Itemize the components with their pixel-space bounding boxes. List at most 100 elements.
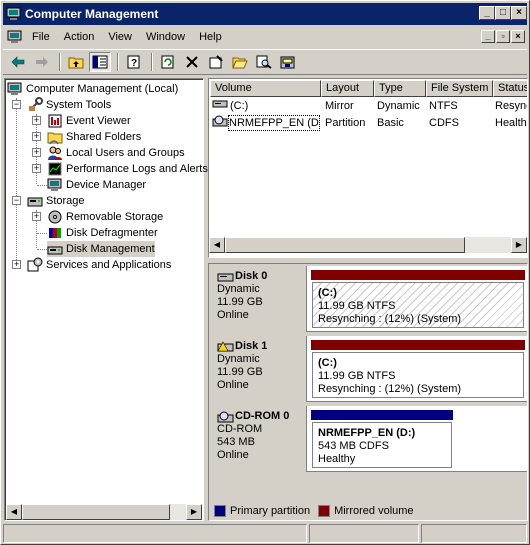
cdrom-icon [217,411,234,422]
partition-c[interactable]: (C:) 11.99 GB NTFS Resynching : (12%) (S… [312,352,524,398]
collapse-storage[interactable]: − [12,196,21,205]
collapse-system-tools[interactable]: − [12,100,21,109]
scroll-right-button[interactable]: ▶ [511,237,527,253]
tree-node-local-users-groups[interactable]: Local Users and Groups [47,145,185,161]
tree-node-system-tools[interactable]: System Tools [27,97,111,113]
shared-folder-icon [47,129,63,145]
disk-name: CD-ROM 0 [235,410,290,422]
disk-properties-button[interactable] [277,52,299,72]
column-header-type[interactable]: Type [374,80,426,97]
search-button[interactable] [253,52,275,72]
disk-label[interactable]: CD-ROM 0 CD-ROM 543 MB Online [211,406,307,472]
computer-management-icon [6,7,21,20]
child-restore-button[interactable]: ▫ [496,30,510,43]
menu-action[interactable]: Action [57,31,102,43]
disk-management-icon [47,241,63,257]
expand-event-viewer[interactable]: + [32,116,41,125]
volume-type: Basic [377,117,404,129]
tree-node-label: Local Users and Groups [66,147,185,159]
tree-node-performance-logs[interactable]: Performance Logs and Alerts [47,161,208,177]
disk-graphical-view[interactable]: Disk 0 Dynamic 11.99 GB Online (C:) 11.9… [208,263,528,521]
expand-removable-storage[interactable]: + [32,212,41,221]
open-button[interactable] [229,52,251,72]
expand-local-users-groups[interactable]: + [32,148,41,157]
partition-d[interactable]: NRMEFPP_EN (D:) 543 MB CDFS Healthy [312,422,452,468]
tree-node-label: Event Viewer [66,115,131,127]
volume-list-horizontal-scrollbar[interactable]: ◀ ▶ [209,237,527,253]
status-pane [309,524,419,543]
device-manager-icon [47,177,63,193]
volume-status: Healthy [495,117,527,129]
disk-row[interactable]: Disk 0 Dynamic 11.99 GB Online (C:) 11.9… [211,266,527,332]
tree-node-disk-defragmenter[interactable]: Disk Defragmenter [47,225,158,241]
delete-x-icon [186,56,198,68]
child-close-button[interactable]: × [511,30,525,43]
volume-type: Dynamic [377,100,420,112]
up-one-level-button[interactable] [65,52,87,72]
forward-button[interactable] [31,52,53,72]
scroll-left-button[interactable]: ◀ [6,504,22,520]
help-book-icon: ? [127,55,140,69]
close-button[interactable]: × [511,6,527,20]
delete-button[interactable] [181,52,203,72]
partition-c[interactable]: (C:) 11.99 GB NTFS Resynching : (12%) (S… [312,282,524,328]
tree-line [37,185,47,186]
tree-horizontal-scrollbar[interactable]: ◀ ▶ [6,504,202,520]
expand-services-applications[interactable]: + [12,260,21,269]
tree-node-services-applications[interactable]: Services and Applications [27,257,171,273]
column-header-status[interactable]: Status [493,80,527,97]
back-button[interactable] [7,52,29,72]
show-hide-tree-button[interactable] [89,52,111,72]
tree-node-device-manager[interactable]: Device Manager [47,177,146,193]
volume-file-system: NTFS [429,100,458,112]
expand-shared-folders[interactable]: + [32,132,41,141]
child-minimize-button[interactable]: _ [481,30,495,43]
menu-help[interactable]: Help [192,31,229,43]
legend-primary-label: Primary partition [230,505,311,517]
menu-view[interactable]: View [101,31,139,43]
status-bar [3,524,527,544]
console-tree[interactable]: Computer Management (Local) − System Too… [4,78,208,521]
tree-node-computer-management[interactable]: Computer Management (Local) [7,81,178,97]
minimize-button[interactable]: _ [479,6,495,20]
computer-icon [7,81,23,97]
menu-window[interactable]: Window [139,31,192,43]
scroll-left-button[interactable]: ◀ [209,237,225,253]
minimize-icon: _ [484,7,490,18]
column-header-volume[interactable]: Volume [210,80,321,97]
tree-node-disk-management[interactable]: Disk Management [47,241,155,257]
title-bar[interactable]: Computer Management _ □ × [3,3,527,25]
column-header-file-system[interactable]: File System [426,80,493,97]
scroll-thumb[interactable] [225,237,465,253]
disk-size: 543 MB [217,436,255,448]
disk-row[interactable]: Disk 1 Dynamic 11.99 GB Online (C:) 11.9… [211,336,527,402]
tree-node-storage[interactable]: Storage [27,193,85,209]
folder-up-icon [68,57,84,69]
maximize-button[interactable]: □ [495,6,511,20]
disk-label[interactable]: Disk 1 Dynamic 11.99 GB Online [211,336,307,402]
legend-mirrored-label: Mirrored volume [334,505,414,517]
toolbar-separator [59,53,61,71]
volume-list[interactable]: Volume Layout Type File System Status (C… [208,78,528,258]
dynamic-disk-warning-icon [217,340,234,351]
refresh-button[interactable] [157,52,179,72]
toolbar-separator [117,53,119,71]
properties-button[interactable] [205,52,227,72]
expand-performance-logs[interactable]: + [32,164,41,173]
disk-name: Disk 0 [235,270,268,282]
help-topics-button[interactable]: ? [123,52,145,72]
column-header-layout[interactable]: Layout [321,80,374,97]
scroll-thumb[interactable] [22,504,170,520]
scroll-right-button[interactable]: ▶ [186,504,202,520]
mmc-console-icon[interactable] [7,30,23,44]
maximize-icon: □ [499,7,507,18]
tree-node-event-viewer[interactable]: Event Viewer [47,113,131,129]
disk-state: Online [217,449,249,461]
disk-label[interactable]: Disk 0 Dynamic 11.99 GB Online [211,266,307,332]
partition-name: (C:) [318,287,337,299]
disk-row[interactable]: CD-ROM 0 CD-ROM 543 MB Online NRMEFPP_EN… [211,406,527,472]
menu-file[interactable]: File [25,31,57,43]
tree-node-shared-folders[interactable]: Shared Folders [47,129,141,145]
partition-name: (C:) [318,357,337,369]
tree-node-removable-storage[interactable]: Removable Storage [47,209,163,225]
